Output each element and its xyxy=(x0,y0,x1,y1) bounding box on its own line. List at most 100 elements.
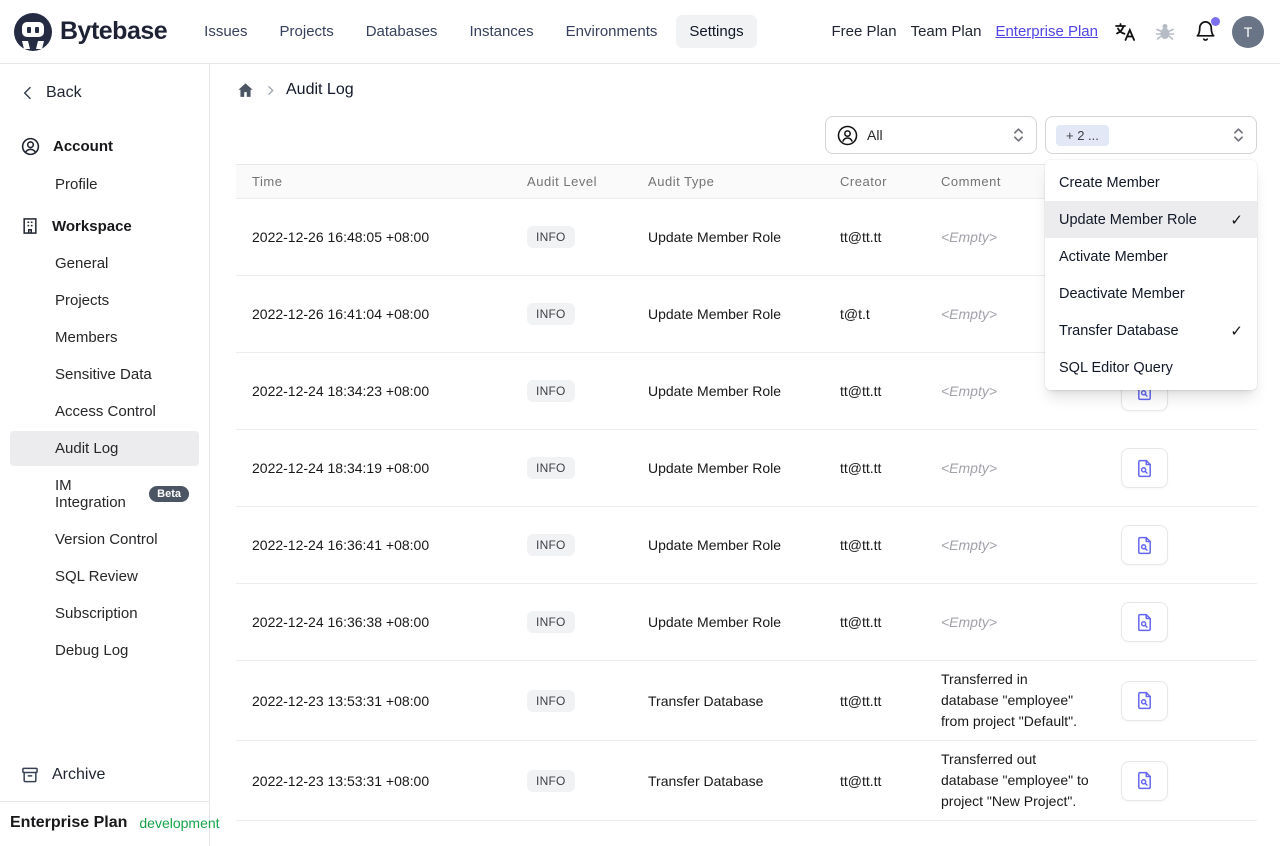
nav-item-projects[interactable]: Projects xyxy=(267,15,347,48)
view-detail-button[interactable] xyxy=(1121,448,1168,488)
enterprise-plan-link[interactable]: Enterprise Plan xyxy=(995,23,1098,40)
menu-item-create-member[interactable]: Create Member xyxy=(1045,164,1257,201)
cell-time: 2022-12-26 16:48:05 +08:00 xyxy=(236,198,511,276)
chevron-right-icon xyxy=(268,85,274,95)
sidebar-item-profile[interactable]: Profile xyxy=(10,167,199,202)
cell-comment: <Empty> xyxy=(925,429,1105,507)
menu-item-sql-editor-query[interactable]: SQL Editor Query xyxy=(1045,349,1257,386)
audit-type-filter-select[interactable]: + 2 ... xyxy=(1045,116,1257,154)
audit-level-badge: INFO xyxy=(527,689,575,712)
cell-time: 2022-12-24 18:34:23 +08:00 xyxy=(236,352,511,430)
audit-level-badge: INFO xyxy=(527,534,575,556)
nav-item-environments[interactable]: Environments xyxy=(553,15,671,48)
view-detail-button[interactable] xyxy=(1121,602,1168,642)
home-icon[interactable] xyxy=(236,81,255,100)
creator-filter-value: All xyxy=(867,127,883,143)
im-integration-label: IM Integration xyxy=(55,477,126,511)
cell-time: 2022-12-24 18:34:19 +08:00 xyxy=(236,429,511,507)
nav-item-issues[interactable]: Issues xyxy=(191,15,260,48)
sidebar-item-im-integration[interactable]: IM Integration Beta xyxy=(10,468,199,520)
table-row: 2022-12-23 13:53:31 +08:00 INFO Transfer… xyxy=(236,660,1257,741)
bytebase-logo[interactable]: Bytebase xyxy=(14,12,168,51)
cell-creator: tt@tt.tt xyxy=(824,506,925,584)
sidebar-item-projects[interactable]: Projects xyxy=(10,283,199,318)
cell-creator: tt@tt.tt xyxy=(824,583,925,661)
back-label: Back xyxy=(46,84,82,101)
notification-bell-icon[interactable] xyxy=(1192,16,1220,45)
app-window: Bytebase Issues Projects Databases Insta… xyxy=(0,0,1280,846)
cell-time: 2022-12-24 16:36:41 +08:00 xyxy=(236,506,511,584)
sidebar-item-audit-log[interactable]: Audit Log xyxy=(10,431,199,466)
sidebar-item-sensitive-data[interactable]: Sensitive Data xyxy=(10,357,199,392)
workspace-icon xyxy=(23,218,37,234)
view-detail-button[interactable] xyxy=(1121,760,1168,801)
menu-item-update-member-role[interactable]: Update Member Role ✓ xyxy=(1045,201,1257,238)
column-header-audit-type: Audit Type xyxy=(632,164,824,199)
table-row: 2022-12-23 13:53:31 +08:00 INFO Transfer… xyxy=(236,740,1257,821)
user-avatar[interactable]: T xyxy=(1232,15,1264,48)
cell-comment: <Empty> xyxy=(925,583,1105,661)
sidebar-item-debug-log[interactable]: Debug Log xyxy=(10,633,199,668)
archive-icon xyxy=(22,767,38,783)
audit-level-badge: INFO xyxy=(527,380,575,402)
team-plan-link[interactable]: Team Plan xyxy=(911,23,982,40)
menu-item-transfer-database[interactable]: Transfer Database ✓ xyxy=(1045,312,1257,349)
nav-item-databases[interactable]: Databases xyxy=(353,15,451,48)
audit-level-badge: INFO xyxy=(527,457,575,479)
nav-item-settings[interactable]: Settings xyxy=(676,15,757,48)
column-header-audit-level: Audit Level xyxy=(511,164,632,199)
table-row: 2022-12-24 16:36:41 +08:00 INFO Update M… xyxy=(236,506,1257,584)
creator-filter-select[interactable]: All xyxy=(825,116,1037,154)
select-chevrons-icon xyxy=(1234,128,1243,142)
archive-button[interactable]: Archive xyxy=(10,755,199,795)
audit-type-dropdown-menu: Create Member Update Member Role ✓ Activ… xyxy=(1045,160,1257,390)
cell-comment: Transferred in database "employee" from … xyxy=(925,660,1105,741)
sidebar-item-subscription[interactable]: Subscription xyxy=(10,596,199,631)
bug-icon[interactable] xyxy=(1152,19,1178,45)
table-row: 2022-12-24 18:34:19 +08:00 INFO Update M… xyxy=(236,429,1257,507)
environment-link[interactable]: development xyxy=(139,815,219,831)
translate-icon[interactable] xyxy=(1112,19,1138,45)
sidebar-item-access-control[interactable]: Access Control xyxy=(10,394,199,429)
cell-creator: tt@tt.tt xyxy=(824,352,925,430)
sidebar-item-members[interactable]: Members xyxy=(10,320,199,355)
column-header-time: Time xyxy=(236,164,511,199)
view-detail-button[interactable] xyxy=(1121,525,1168,565)
main-nav: Issues Projects Databases Instances Envi… xyxy=(191,15,757,48)
cell-audit-type: Transfer Database xyxy=(632,740,824,821)
cell-audit-type: Update Member Role xyxy=(632,583,824,661)
menu-item-activate-member[interactable]: Activate Member xyxy=(1045,238,1257,275)
bytebase-logo-icon xyxy=(14,12,52,51)
audit-level-badge: INFO xyxy=(527,226,575,248)
cell-creator: t@t.t xyxy=(824,275,925,353)
cell-creator: tt@tt.tt xyxy=(824,740,925,821)
select-chevrons-icon xyxy=(1014,128,1023,142)
notification-dot xyxy=(1211,16,1220,26)
sidebar-item-version-control[interactable]: Version Control xyxy=(10,522,199,557)
check-icon: ✓ xyxy=(1230,211,1243,229)
view-detail-button[interactable] xyxy=(1121,680,1168,721)
filter-bar: All + 2 ... Create Member Update Member … xyxy=(236,116,1257,390)
cell-creator: tt@tt.tt xyxy=(824,198,925,276)
free-plan-link[interactable]: Free Plan xyxy=(832,23,897,40)
cell-audit-type: Update Member Role xyxy=(632,352,824,430)
chevron-left-icon xyxy=(23,86,31,100)
audit-level-badge: INFO xyxy=(527,611,575,633)
nav-item-instances[interactable]: Instances xyxy=(456,15,546,48)
cell-audit-type: Transfer Database xyxy=(632,660,824,741)
cell-creator: tt@tt.tt xyxy=(824,429,925,507)
breadcrumb: Audit Log xyxy=(236,78,1257,102)
sidebar-footer: Enterprise Plan development xyxy=(0,801,220,846)
cell-audit-type: Update Member Role xyxy=(632,429,824,507)
cell-time: 2022-12-26 16:41:04 +08:00 xyxy=(236,275,511,353)
current-plan-label: Enterprise Plan xyxy=(10,814,128,831)
cell-time: 2022-12-24 16:36:38 +08:00 xyxy=(236,583,511,661)
sidebar-item-sql-review[interactable]: SQL Review xyxy=(10,559,199,594)
menu-item-deactivate-member[interactable]: Deactivate Member xyxy=(1045,275,1257,312)
cell-audit-type: Update Member Role xyxy=(632,506,824,584)
back-button[interactable]: Back xyxy=(10,78,199,108)
cell-time: 2022-12-23 13:53:31 +08:00 xyxy=(236,740,511,821)
audit-log-page: Audit Log All + 2 ... Create Member Upda… xyxy=(210,64,1280,846)
section-workspace: Workspace xyxy=(10,208,199,244)
sidebar-item-general[interactable]: General xyxy=(10,246,199,281)
